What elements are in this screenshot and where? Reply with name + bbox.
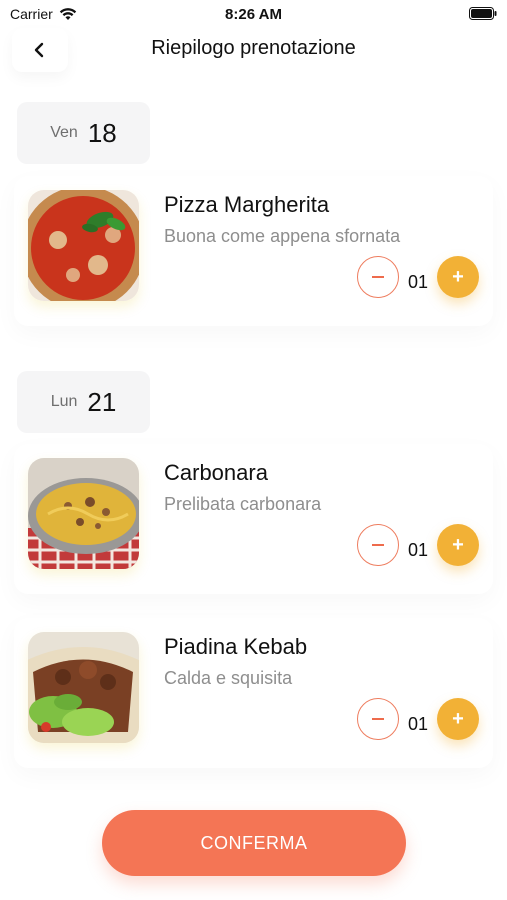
decrease-quantity-button[interactable]: [357, 524, 399, 566]
minus-icon: [372, 718, 384, 720]
page-title: Riepilogo prenotazione: [151, 37, 356, 59]
minus-icon: [372, 544, 384, 546]
decrease-quantity-button[interactable]: [357, 698, 399, 740]
status-time: 8:26 AM: [225, 6, 282, 23]
item-description: Prelibata carbonara: [164, 494, 322, 514]
quantity-stepper: 01 +: [357, 524, 479, 566]
quantity-value: 01: [407, 271, 429, 292]
item-description: Buona come appena sfornata: [164, 226, 401, 246]
plus-icon: +: [452, 534, 464, 556]
item-name: Pizza Margherita: [164, 192, 330, 217]
increase-quantity-button[interactable]: +: [437, 256, 479, 298]
increase-quantity-button[interactable]: +: [437, 524, 479, 566]
date-chip: Lun 21: [17, 371, 150, 433]
item-description: Calda e squisita: [164, 668, 293, 688]
quantity-stepper: 01 +: [357, 256, 479, 298]
date-weekday: Lun: [50, 393, 78, 410]
date-weekday: Ven: [50, 124, 78, 141]
quantity-value: 01: [407, 539, 429, 560]
confirm-button[interactable]: CONFERMA: [102, 810, 406, 876]
date-chip: Ven 18: [17, 102, 150, 164]
status-bar: Carrier 8:26 AM: [0, 0, 507, 30]
order-item-card: Carbonara Prelibata carbonara 01 +: [14, 444, 493, 594]
date-day: 21: [87, 386, 117, 417]
minus-icon: [372, 276, 384, 278]
item-name: Piadina Kebab: [164, 634, 308, 659]
decrease-quantity-button[interactable]: [357, 256, 399, 298]
pizza-image: [28, 190, 139, 301]
quantity-value: 01: [407, 713, 429, 734]
order-item-card: Pizza Margherita Buona come appena sforn…: [14, 176, 493, 326]
order-item-card: Piadina Kebab Calda e squisita 01 +: [14, 618, 493, 768]
battery-icon: [469, 7, 497, 20]
carbonara-image: [28, 458, 139, 569]
nav-bar: Riepilogo prenotazione: [0, 28, 507, 72]
plus-icon: +: [452, 708, 464, 730]
item-name: Carbonara: [164, 460, 268, 485]
kebab-image: [28, 632, 139, 743]
date-day: 18: [87, 117, 117, 148]
increase-quantity-button[interactable]: +: [437, 698, 479, 740]
plus-icon: +: [452, 266, 464, 288]
quantity-stepper: 01 +: [357, 698, 479, 740]
